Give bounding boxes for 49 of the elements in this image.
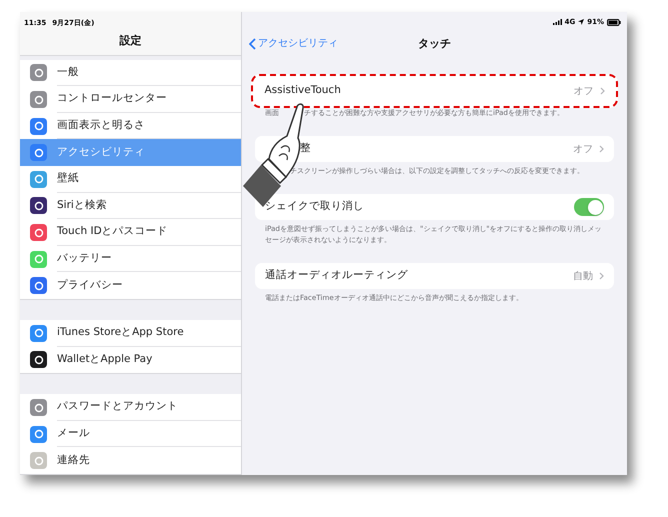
app-icon: [34, 328, 44, 338]
back-chevron-icon: [249, 38, 256, 50]
app-icon: [34, 254, 44, 264]
signal-icon: [552, 19, 562, 26]
sidebar-label: 連絡先: [57, 452, 90, 468]
app-icon: [34, 200, 44, 211]
app-icon: [34, 94, 44, 105]
location-icon: [578, 19, 584, 26]
sidebar-title: 設定: [120, 33, 142, 50]
app-icon: [34, 354, 44, 365]
row-label: AssistiveTouch: [264, 83, 341, 98]
row-label: 整: [300, 141, 311, 156]
back-button[interactable]: アクセシビリティ: [242, 36, 338, 52]
sidebar-label: プライバシー: [57, 278, 123, 293]
sidebar-label: アクセシビリティ: [57, 144, 145, 160]
value-text: オフ: [573, 142, 593, 156]
app-icon: [34, 280, 44, 291]
toggle-switch[interactable]: [574, 198, 604, 216]
app-icon: [34, 429, 44, 440]
sidebar-label: バッテリー: [57, 250, 112, 266]
sidebar-label: WalletとApple Pay: [57, 352, 152, 368]
sidebar-label: コントロールセンター: [57, 91, 167, 106]
settings-row[interactable]: 通話オーディオルーティング 自動: [255, 263, 614, 289]
chevron-icon: [599, 145, 604, 153]
sidebar-label: 画面表示と明るさ: [57, 118, 145, 133]
settings-row[interactable]: シェイクで取り消し: [255, 194, 614, 220]
sidebar-label: 壁紙: [57, 170, 79, 186]
app-icon: [34, 174, 44, 184]
chevron-icon: [599, 272, 604, 280]
battery-icon: [607, 18, 621, 26]
app-icon: [34, 121, 44, 132]
chevron-icon: [600, 87, 604, 95]
page-title: タッチ: [418, 36, 451, 52]
app-icon: [34, 228, 44, 238]
value-text: オフ: [574, 84, 594, 98]
settings-row[interactable]: AssistiveTouch オフ: [251, 74, 618, 108]
app-icon: [34, 148, 44, 158]
sidebar-label: Touch IDとパスコード: [57, 224, 168, 240]
row-label: シェイクで取り消し: [265, 199, 364, 214]
sidebar-label: パスワードとアカウント: [57, 399, 178, 414]
value-text: 自動: [573, 270, 593, 284]
row-label: 通話オーディオルーティング: [265, 268, 408, 284]
sidebar-label: Siriと検索: [57, 198, 107, 213]
sidebar-label: 一般: [57, 64, 79, 80]
app-icon: [34, 68, 44, 78]
app-icon: [34, 456, 44, 466]
sidebar-label: iTunes StoreとApp Store: [57, 324, 184, 340]
app-icon: [34, 402, 44, 413]
sidebar-label: メール: [57, 426, 90, 441]
